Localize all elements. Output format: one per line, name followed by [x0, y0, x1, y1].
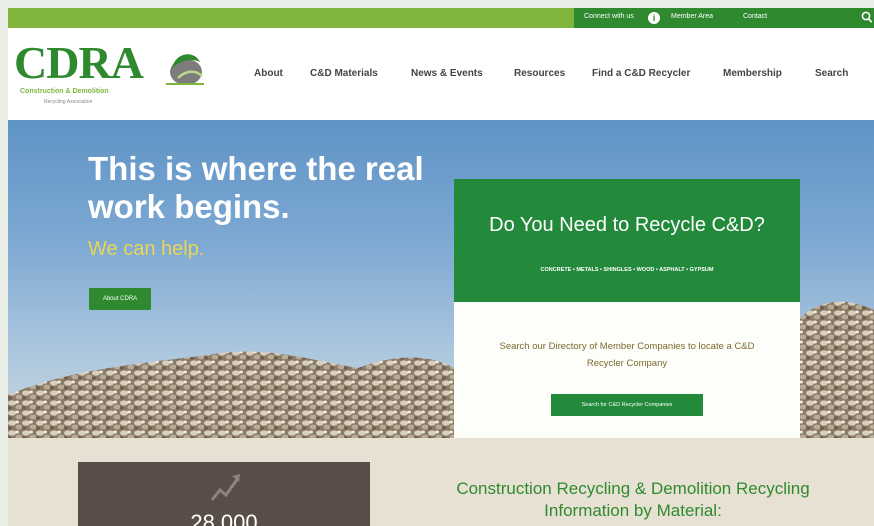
materials-list: CONCRETE • METALS • SHINGLES • WOOD • AS… [540, 267, 714, 273]
globe-leaf-icon [166, 54, 204, 85]
nav-news-events[interactable]: News & Events [411, 68, 483, 79]
recycle-card-body: Search our Directory of Member Companies… [454, 302, 800, 438]
hero-title: This is where the real work begins. [88, 150, 424, 225]
nav-cd-materials[interactable]: C&D Materials [310, 68, 378, 79]
about-cdra-button[interactable]: About CDRA [89, 288, 151, 310]
utility-bar: Connect with us i Member Area Contact [8, 8, 874, 28]
logo-subtitle: Construction & Demolition [20, 88, 109, 95]
nav-membership[interactable]: Membership [723, 68, 782, 79]
stat-box: 28,000 [78, 462, 370, 526]
connect-with-us-label[interactable]: Connect with us [584, 13, 634, 20]
stat-number: 28,000 [190, 510, 258, 526]
search-recycler-button[interactable]: Search for C&D Recycler Companies [551, 394, 703, 416]
contact-link[interactable]: Contact [743, 13, 767, 20]
site-header: CDRA Construction & Demolition Recycling… [8, 28, 874, 120]
logo-subtitle-2: Recycling Association [44, 99, 93, 105]
hero-subtitle: We can help. [88, 238, 205, 260]
member-area-link[interactable]: Member Area [671, 13, 713, 20]
recycle-card-description: Search our Directory of Member Companies… [499, 341, 755, 369]
search-icon[interactable] [861, 11, 873, 24]
info-icon[interactable]: i [648, 12, 660, 24]
cdra-logo[interactable]: CDRA Construction & Demolition Recycling… [14, 40, 214, 114]
trend-up-icon [210, 474, 240, 501]
lower-section: 28,000 Construction Recycling & Demoliti… [8, 438, 874, 526]
nav-find-recycler[interactable]: Find a C&D Recycler [592, 68, 690, 79]
page-frame: Connect with us i Member Area Contact CD… [8, 8, 874, 526]
recycle-card-header: Do You Need to Recycle C&D? CONCRETE • M… [454, 179, 800, 302]
nav-resources[interactable]: Resources [514, 68, 565, 79]
logo-text: CDRA [14, 37, 144, 88]
nav-about[interactable]: About [254, 68, 283, 79]
recycle-card-title: Do You Need to Recycle C&D? [489, 214, 765, 236]
material-info-heading: Construction Recycling & Demolition Recy… [456, 479, 810, 520]
nav-search[interactable]: Search [815, 68, 848, 79]
